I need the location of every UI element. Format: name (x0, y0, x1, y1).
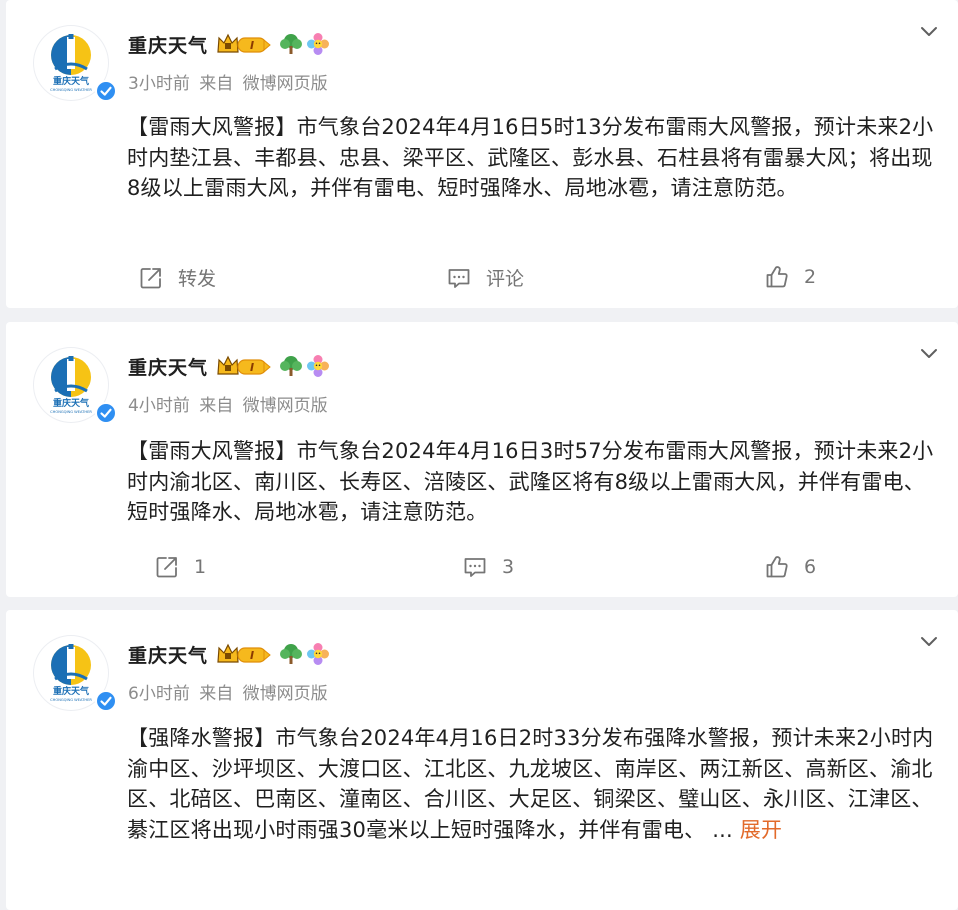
author-row: 重庆天气 I (128, 640, 330, 668)
like-button[interactable]: 2 (764, 264, 816, 290)
author-row: 重庆天气 I (128, 30, 330, 58)
action-bar: 转发 评论 2 (6, 264, 958, 294)
comment-label: 3 (502, 556, 515, 578)
crown-vip-badge-icon[interactable]: I (216, 354, 272, 378)
avatar-caption: 重庆天气 (53, 397, 89, 409)
action-bar: 1 3 6 (6, 554, 958, 584)
post-meta: 6小时前 来自 微博网页版 (128, 679, 328, 704)
repost-button[interactable]: 转发 (138, 264, 216, 291)
flower-icon[interactable] (306, 642, 330, 666)
ellipsis: ... (705, 817, 733, 842)
post-time[interactable]: 6小时前 (128, 684, 190, 704)
crown-vip-badge-icon[interactable]: I (216, 642, 272, 666)
post-source[interactable]: 微博网页版 (243, 684, 328, 704)
post-text: 【雷雨大风警报】市气象台2024年4月16日3时57分发布雷雨大风警报，预计未来… (127, 436, 942, 528)
verified-check-icon (95, 690, 117, 712)
source-prefix: 来自 (199, 684, 234, 704)
tree-icon[interactable] (278, 642, 304, 666)
author-row: 重庆天气 I (128, 352, 330, 380)
flower-icon[interactable] (306, 32, 330, 56)
like-count: 6 (804, 556, 817, 578)
comment-label: 评论 (486, 268, 525, 290)
post-card: 重庆天气 CHONGQING WEATHER 重庆天气 I (6, 610, 958, 910)
post-time[interactable]: 4小时前 (128, 396, 190, 416)
author-name[interactable]: 重庆天气 (128, 353, 208, 380)
repost-button[interactable]: 1 (154, 554, 206, 580)
chevron-down-icon[interactable] (918, 630, 940, 652)
chevron-down-icon[interactable] (918, 342, 940, 364)
source-prefix: 来自 (199, 74, 234, 94)
tree-icon[interactable] (278, 354, 304, 378)
crown-vip-badge-icon[interactable]: I (216, 32, 272, 56)
tree-icon[interactable] (278, 32, 304, 56)
repost-label: 转发 (178, 268, 217, 290)
weibo-feed: 重庆天气 CHONGQING WEATHER 重庆天气 I 3小时前 来自 微博… (0, 0, 958, 910)
vip-level: I (250, 39, 254, 52)
like-button[interactable]: 6 (764, 554, 816, 580)
post-card: 重庆天气 CHONGQING WEATHER 重庆天气 I (6, 322, 958, 597)
flower-icon[interactable] (306, 354, 330, 378)
share-icon (156, 557, 177, 578)
chevron-down-icon[interactable] (918, 20, 940, 42)
thumbs-up-icon (766, 266, 788, 288)
post-body: 【雷雨大风警报】市气象台2024年4月16日5时13分发布雷雨大风警报，预计未来… (127, 115, 934, 200)
expand-link[interactable]: 展开 (740, 818, 782, 842)
like-count: 2 (804, 266, 817, 288)
post-time[interactable]: 3小时前 (128, 74, 190, 94)
share-icon (140, 267, 161, 288)
verified-check-icon (95, 402, 117, 424)
repost-label: 1 (194, 556, 207, 578)
post-source[interactable]: 微博网页版 (243, 74, 328, 94)
post-text: 【雷雨大风警报】市气象台2024年4月16日5时13分发布雷雨大风警报，预计未来… (127, 112, 942, 204)
comment-icon (464, 558, 486, 577)
post-meta: 3小时前 来自 微博网页版 (128, 69, 328, 94)
comment-button[interactable]: 评论 (446, 264, 524, 291)
avatar-caption: 重庆天气 (53, 685, 89, 697)
post-source[interactable]: 微博网页版 (243, 396, 328, 416)
thumbs-up-icon (766, 556, 788, 578)
author-name[interactable]: 重庆天气 (128, 31, 208, 58)
post-card: 重庆天气 CHONGQING WEATHER 重庆天气 I (6, 0, 958, 308)
post-body: 【雷雨大风警报】市气象台2024年4月16日3时57分发布雷雨大风警报，预计未来… (127, 439, 934, 524)
avatar-subcaption: CHONGQING WEATHER (50, 698, 92, 702)
avatar-subcaption: CHONGQING WEATHER (50, 88, 92, 92)
comment-button[interactable]: 3 (462, 554, 514, 580)
post-body: 【强降水警报】市气象台2024年4月16日2时33分发布强降水警报，预计未来2小… (127, 726, 934, 842)
source-prefix: 来自 (199, 396, 234, 416)
post-meta: 4小时前 来自 微博网页版 (128, 391, 328, 416)
avatar-caption: 重庆天气 (53, 75, 89, 87)
post-text: 【强降水警报】市气象台2024年4月16日2时33分发布强降水警报，预计未来2小… (127, 723, 942, 845)
vip-level: I (250, 649, 254, 662)
vip-level: I (250, 361, 254, 374)
avatar-subcaption: CHONGQING WEATHER (50, 410, 92, 414)
verified-check-icon (95, 80, 117, 102)
comment-icon (448, 268, 470, 288)
author-name[interactable]: 重庆天气 (128, 641, 208, 668)
